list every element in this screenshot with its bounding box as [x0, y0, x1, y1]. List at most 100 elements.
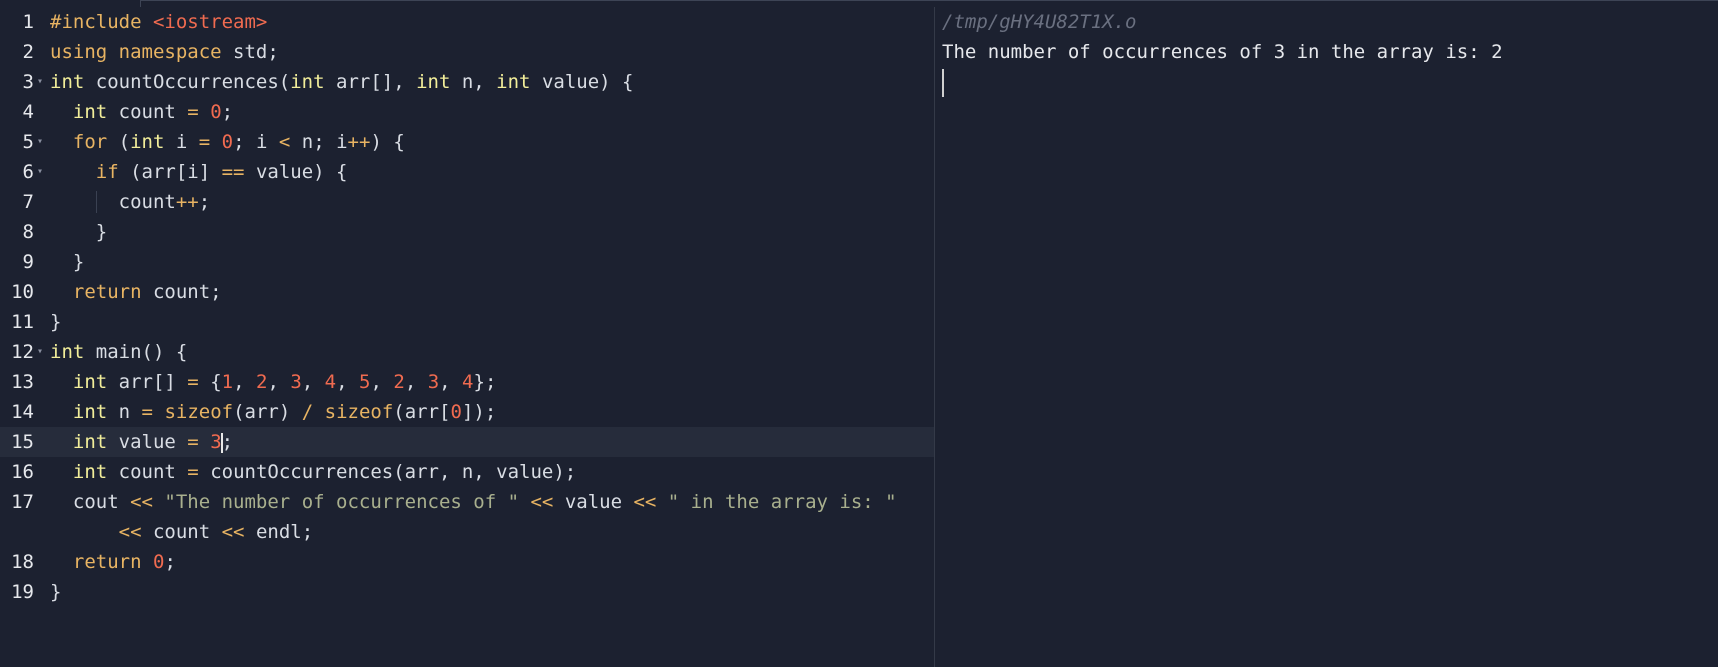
- line-number: 11: [11, 311, 34, 333]
- line-code: int main() {: [50, 337, 187, 367]
- code-token: int: [72, 101, 108, 123]
- code-token: countOccurrences(arr, n, value);: [198, 461, 577, 483]
- line-number: 19: [11, 581, 34, 603]
- code-line[interactable]: 12 ▾ int main() {: [0, 337, 935, 367]
- code-token: countOccurrences(: [84, 71, 291, 93]
- line-code: int countOccurrences(int arr[], int n, i…: [50, 67, 633, 97]
- code-line[interactable]: 7 count++;: [0, 187, 935, 217]
- pane-divider[interactable]: [934, 7, 935, 667]
- code-token: int: [50, 341, 85, 363]
- code-line[interactable]: 4 int count = 0;: [0, 97, 935, 127]
- code-token: "The number of occurrences of ": [164, 491, 520, 513]
- terminal-output-line: The number of occurrences of 3 in the ar…: [942, 41, 1503, 63]
- code-token: ) {: [370, 131, 405, 153]
- line-code: int arr[] = {1, 2, 3, 4, 5, 2, 3, 4};: [50, 367, 497, 397]
- code-token: for: [72, 131, 108, 153]
- code-token: value) {: [530, 71, 634, 93]
- fold-chevron-icon[interactable]: ▾: [34, 67, 46, 97]
- code-line[interactable]: 2 using namespace std;: [0, 37, 935, 67]
- code-line[interactable]: 6 ▾ if (arr[i] == value) {: [0, 157, 935, 187]
- code-line[interactable]: 3 ▾ int countOccurrences(int arr[], int n,…: [0, 67, 935, 97]
- code-token: ++: [175, 191, 199, 213]
- terminal-cursor: [942, 69, 944, 97]
- code-line[interactable]: 15 int value = 3;: [0, 427, 935, 457]
- code-token: (arr[: [393, 401, 451, 423]
- code-token: return: [72, 281, 142, 303]
- line-code: count++;: [50, 187, 211, 217]
- code-token: int: [72, 461, 108, 483]
- code-token: }: [50, 251, 85, 273]
- line-code: }: [50, 307, 61, 337]
- code-line[interactable]: 16 int count = countOccurrences(arr, n, …: [0, 457, 935, 487]
- code-token: 0: [450, 401, 462, 423]
- code-token: arr[],: [324, 71, 417, 93]
- code-token: i: [164, 131, 199, 153]
- code-token: int: [72, 371, 108, 393]
- output-terminal[interactable]: /tmp/gHY4U82T1X.o The number of occurren…: [942, 7, 1718, 667]
- code-token: int: [50, 71, 85, 93]
- code-token: ;: [198, 191, 211, 213]
- code-token: sizeof: [164, 401, 234, 423]
- code-line[interactable]: 13 int arr[] = {1, 2, 3, 4, 5, 2, 3, 4};: [0, 367, 935, 397]
- fold-chevron-icon[interactable]: ▾: [34, 127, 46, 157]
- code-token: ;: [221, 431, 234, 453]
- code-token: int: [496, 71, 531, 93]
- code-token: #include: [50, 11, 153, 33]
- code-token: ==: [221, 161, 245, 183]
- code-token: 4: [462, 371, 474, 393]
- line-number: 8: [22, 221, 34, 243]
- terminal-file-path: /tmp/gHY4U82T1X.o: [942, 11, 1137, 33]
- code-editor[interactable]: 1 #include <iostream> 2 using namespace std…: [0, 7, 935, 667]
- line-code: << count << endl;: [50, 517, 314, 547]
- code-line[interactable]: << count << endl;: [0, 517, 935, 547]
- code-token: <<: [530, 491, 554, 513]
- code-token: =: [198, 131, 211, 153]
- line-code: }: [50, 247, 84, 277]
- line-number: 5: [22, 131, 34, 153]
- code-token: int: [416, 71, 451, 93]
- fold-chevron-icon[interactable]: ▾: [34, 157, 46, 187]
- code-token: count: [107, 461, 188, 483]
- line-number: 3: [22, 71, 34, 93]
- code-token: ,: [439, 371, 463, 393]
- code-token: <iostream>: [152, 11, 268, 33]
- line-code: }: [50, 217, 107, 247]
- code-token: <<: [221, 521, 245, 543]
- line-code: for (int i = 0; i < n; i++) {: [50, 127, 405, 157]
- code-token: (arr[i]: [118, 161, 222, 183]
- code-line[interactable]: 5 ▾ for (int i = 0; i < n; i++) {: [0, 127, 935, 157]
- code-line[interactable]: 9 }: [0, 247, 935, 277]
- code-line[interactable]: 10 return count;: [0, 277, 935, 307]
- code-line[interactable]: 19}: [0, 577, 935, 607]
- code-token: 0: [152, 551, 165, 573]
- code-token: 4: [324, 371, 337, 393]
- code-line[interactable]: 17 cout << "The number of occurrences of…: [0, 487, 935, 517]
- code-line[interactable]: 11}: [0, 307, 935, 337]
- line-code: int count = 0;: [50, 97, 233, 127]
- code-token: ,: [233, 371, 256, 393]
- code-line[interactable]: 1 #include <iostream>: [0, 7, 935, 37]
- code-token: 1: [221, 371, 234, 393]
- code-token: main() {: [84, 341, 188, 363]
- code-line[interactable]: 14 int n = sizeof(arr) / sizeof(arr[0]);: [0, 397, 935, 427]
- code-token: ,: [301, 371, 325, 393]
- code-token: (arr): [233, 401, 302, 423]
- code-line[interactable]: 18 return 0;: [0, 547, 935, 577]
- code-line[interactable]: 8 }: [0, 217, 935, 247]
- line-code: #include <iostream>: [50, 7, 267, 37]
- fold-chevron-icon[interactable]: ▾: [34, 337, 46, 367]
- code-token: <<: [633, 491, 657, 513]
- code-token: count: [50, 191, 176, 213]
